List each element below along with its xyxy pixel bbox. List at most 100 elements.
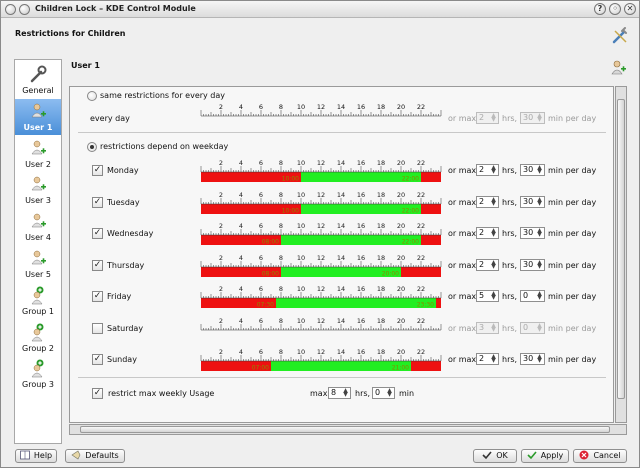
- vertical-scrollbar[interactable]: [615, 86, 627, 423]
- spin-arrows-icon[interactable]: ▲ ▼: [490, 354, 497, 364]
- day-minutes-spinbox[interactable]: 30 ▲ ▼: [520, 164, 545, 176]
- weekday-restrictions-radio[interactable]: [87, 142, 97, 152]
- day-hours-spinbox[interactable]: 2 ▲ ▼: [476, 353, 499, 365]
- day-minutes-spinbox[interactable]: 0 ▲ ▼: [520, 321, 545, 334]
- spin-arrows-icon[interactable]: ▲ ▼: [536, 228, 543, 238]
- sidebar-item-group-1[interactable]: Group 1: [15, 283, 61, 319]
- weekly-minutes-value: 0: [375, 388, 381, 397]
- spin-arrows-icon[interactable]: ▲ ▼: [490, 291, 497, 301]
- day-hours-spinbox[interactable]: 3 ▲ ▼: [476, 321, 499, 334]
- spin-arrows-icon[interactable]: ▲ ▼: [342, 388, 349, 398]
- day-minutes-spinbox[interactable]: 30 ▲ ▼: [520, 258, 545, 271]
- day-timeline-wednesday[interactable]: 2 4 6 8 10 12 14 16 18 20 22 08:00 22:00: [199, 222, 443, 246]
- tick-label: 6: [259, 159, 263, 167]
- blocked-segment[interactable]: [421, 203, 441, 214]
- sidebar-item-user-3[interactable]: User 3: [15, 172, 61, 208]
- sticky-icon[interactable]: [19, 4, 30, 15]
- minimize-icon[interactable]: ◦: [609, 3, 621, 15]
- cancel-button[interactable]: Cancel: [573, 449, 627, 463]
- tick-label: 10: [297, 285, 305, 293]
- spin-arrows-icon[interactable]: ▲ ▼: [490, 165, 497, 175]
- spin-arrows-icon[interactable]: ▲ ▼: [490, 322, 497, 332]
- spin-arrows-icon[interactable]: ▲ ▼: [536, 196, 543, 206]
- blocked-segment[interactable]: [411, 361, 441, 371]
- sidebar-item-user-5[interactable]: User 5: [15, 246, 61, 282]
- close-icon[interactable]: ✕: [624, 3, 636, 15]
- day-hours-spinbox[interactable]: 2 ▲ ▼: [476, 164, 499, 176]
- day-timeline-monday[interactable]: 2 4 6 8 10 12 14 16 18 20 22 10:00 22:00: [199, 159, 443, 183]
- every-day-minutes-spinbox[interactable]: 30 ▲ ▼: [520, 112, 545, 124]
- day-hours-spinbox[interactable]: 5 ▲ ▼: [476, 290, 499, 302]
- sidebar-item-user-2[interactable]: User 2: [15, 136, 61, 172]
- weekly-minutes-spinbox[interactable]: 0 ▲ ▼: [372, 387, 395, 399]
- sidebar-item-user-1[interactable]: User 1: [15, 98, 61, 135]
- help-button[interactable]: Help: [15, 449, 57, 463]
- allowed-segment[interactable]: [276, 298, 436, 308]
- scrollbar-thumb[interactable]: [617, 99, 625, 399]
- apply-button[interactable]: Apply: [521, 449, 569, 463]
- spin-arrows-icon[interactable]: ▲ ▼: [536, 113, 543, 123]
- weekly-hours-spinbox[interactable]: 8 ▲ ▼: [328, 387, 351, 399]
- spin-arrows-icon[interactable]: ▲ ▼: [490, 228, 497, 238]
- allowed-segment[interactable]: [271, 361, 411, 371]
- sidebar-item-group-3[interactable]: Group 3: [15, 356, 61, 392]
- day-checkbox-friday[interactable]: ✓: [92, 291, 103, 302]
- add-user-icon[interactable]: [611, 59, 627, 75]
- day-minutes-spinbox[interactable]: 30 ▲ ▼: [520, 195, 545, 208]
- spin-arrows-icon[interactable]: ▲ ▼: [536, 322, 543, 332]
- spin-arrows-icon[interactable]: ▲ ▼: [386, 388, 393, 398]
- day-checkbox-wednesday[interactable]: ✓: [92, 228, 103, 239]
- help-icon[interactable]: ?: [594, 3, 606, 15]
- day-minutes-spinbox[interactable]: 30 ▲ ▼: [520, 227, 545, 239]
- day-hours-spinbox[interactable]: 2 ▲ ▼: [476, 258, 499, 271]
- day-minutes-spinbox[interactable]: 0 ▲ ▼: [520, 290, 545, 302]
- sidebar-item-user-4[interactable]: User 4: [15, 209, 61, 245]
- every-day-or-max-label: or max: [448, 114, 477, 123]
- weekly-usage-checkbox[interactable]: ✓: [92, 388, 103, 399]
- blocked-segment[interactable]: [421, 172, 441, 182]
- spin-arrows-icon[interactable]: ▲ ▼: [490, 259, 497, 269]
- day-checkbox-thursday[interactable]: ✓: [92, 259, 103, 271]
- spin-arrows-icon[interactable]: ▲ ▼: [536, 165, 543, 175]
- day-checkbox-tuesday[interactable]: ✓: [92, 196, 103, 208]
- same-restrictions-radio[interactable]: [87, 91, 97, 101]
- hrs-label: hrs,: [502, 292, 518, 301]
- blocked-segment[interactable]: [421, 235, 441, 245]
- title-bar[interactable]: Children Lock – KDE Control Module ? ◦ ✕: [1, 1, 639, 18]
- day-minutes-spinbox[interactable]: 30 ▲ ▼: [520, 353, 545, 365]
- sidebar-item-group-2[interactable]: Group 2: [15, 320, 61, 356]
- every-day-hours-spinbox[interactable]: 2 ▲ ▼: [476, 112, 499, 124]
- spin-arrows-icon[interactable]: ▲ ▼: [536, 259, 543, 269]
- blocked-segment[interactable]: [436, 298, 441, 308]
- day-hours-spinbox[interactable]: 2 ▲ ▼: [476, 227, 499, 239]
- allowed-segment[interactable]: [281, 235, 421, 245]
- day-timeline-sunday[interactable]: 2 4 6 8 10 12 14 16 18 20 22 07:00 21:00: [199, 348, 443, 372]
- sidebar-item-general[interactable]: General: [15, 62, 61, 98]
- horizontal-scrollbar[interactable]: [69, 424, 627, 435]
- spin-arrows-icon[interactable]: ▲ ▼: [490, 196, 497, 206]
- day-timeline-thursday[interactable]: 2 4 6 8 10 12 14 16 18 20 22 08:00 20:00: [199, 254, 443, 278]
- tick-label: 2: [219, 191, 223, 199]
- spin-arrows-icon[interactable]: ▲ ▼: [536, 354, 543, 364]
- day-checkbox-monday[interactable]: ✓: [92, 165, 103, 176]
- user-icon: [31, 250, 46, 265]
- blocked-segment[interactable]: [401, 266, 441, 277]
- day-checkbox-saturday[interactable]: [92, 322, 103, 334]
- day-hours-spinbox[interactable]: 2 ▲ ▼: [476, 195, 499, 208]
- defaults-button[interactable]: Defaults: [65, 449, 125, 463]
- weekday-restrictions-label: restrictions depend on weekday: [100, 142, 229, 151]
- spin-arrows-icon[interactable]: ▲ ▼: [490, 113, 497, 123]
- day-timeline-tuesday[interactable]: 2 4 6 8 10 12 14 16 18 20 22 10:00 22:00: [199, 191, 443, 215]
- window-menu-icon[interactable]: [5, 4, 16, 15]
- scrollbar-thumb[interactable]: [80, 426, 610, 433]
- every-day-hrs-label: hrs,: [502, 114, 518, 123]
- spin-arrows-icon[interactable]: ▲ ▼: [536, 291, 543, 301]
- page-title: User 1: [71, 61, 100, 70]
- day-checkbox-sunday[interactable]: ✓: [92, 354, 103, 365]
- day-timeline-friday[interactable]: 2 4 6 8 10 12 14 16 18 20 22 07:30 23:30: [199, 285, 443, 309]
- day-timeline-saturday[interactable]: 2 4 6 8 10 12 14 16 18 20 22: [199, 317, 443, 341]
- tick-label: 18: [377, 159, 385, 167]
- tick-label: 6: [259, 191, 263, 199]
- ok-button[interactable]: OK: [473, 449, 517, 463]
- tick-label: 14: [337, 191, 345, 199]
